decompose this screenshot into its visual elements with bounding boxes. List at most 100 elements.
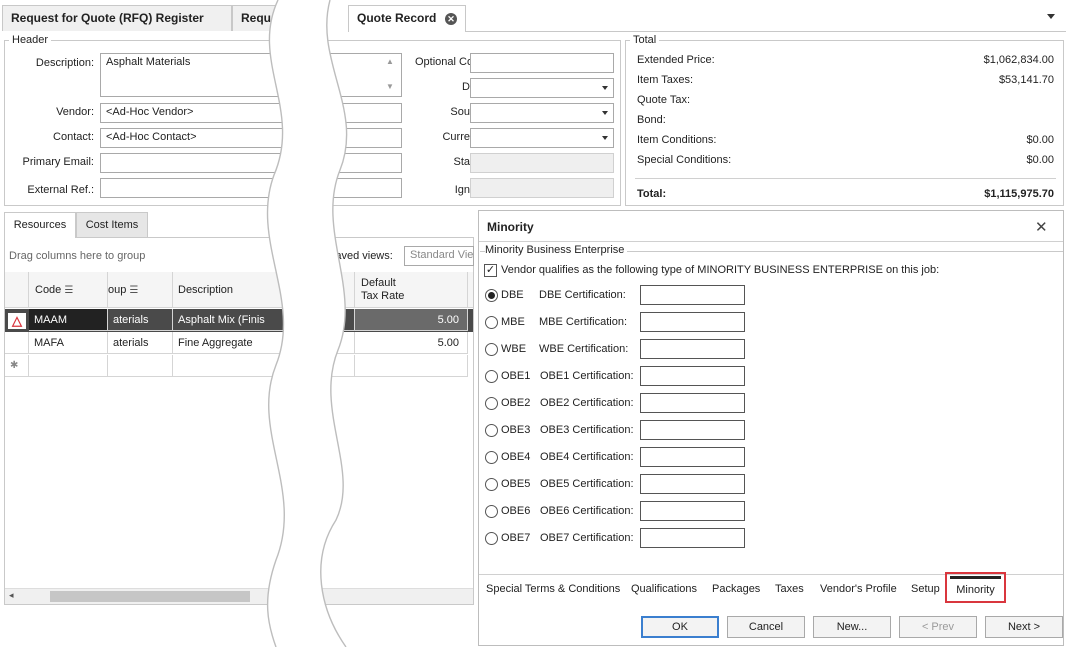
mbe-radio-obe7[interactable] — [485, 532, 498, 545]
mbe-type-label: OBE5 — [501, 478, 531, 490]
description-scroll-down-icon[interactable]: ▼ — [386, 82, 394, 91]
bottom-tab-taxes[interactable]: Taxes — [775, 583, 804, 595]
certification-input-dbe[interactable] — [640, 285, 745, 305]
certification-input-mbe[interactable] — [640, 312, 745, 332]
column-header-default-line2: Tax Rate — [361, 290, 405, 302]
description-label: Description: — [35, 57, 94, 69]
tab-rfq-register[interactable]: Request for Quote (RFQ) Register — [2, 5, 232, 31]
new-row-group-cell[interactable] — [108, 355, 173, 377]
certification-input-obe3[interactable] — [640, 420, 745, 440]
certification-input-obe6[interactable] — [640, 501, 745, 521]
grand-total-row: Total: $1,115,975.70 — [637, 188, 1054, 204]
bottom-tab-setup[interactable]: Setup — [911, 583, 940, 595]
certification-input-wbe[interactable] — [640, 339, 745, 359]
filter-lines-icon: ☰ — [64, 285, 74, 296]
next-button[interactable]: Next > — [985, 616, 1063, 638]
optional-field[interactable] — [470, 53, 614, 73]
bottom-tab-vendors-profile[interactable]: Vendor's Profile — [820, 583, 897, 595]
column-header-code[interactable]: Code ☰ — [29, 272, 108, 308]
grand-total-label: Total: — [637, 188, 667, 200]
mbe-radio-obe6[interactable] — [485, 505, 498, 518]
grid-header-indicator-cell — [5, 272, 29, 308]
tab-cost-items[interactable]: Cost Items — [76, 212, 148, 237]
certification-label: DBE Certification: — [539, 289, 626, 301]
scrollbar-thumb[interactable] — [50, 591, 250, 602]
currency-dropdown[interactable] — [470, 128, 614, 148]
row-group-cell[interactable]: aterials — [108, 309, 173, 331]
certification-label: OBE1 Certification: — [540, 370, 634, 382]
saved-views-dropdown[interactable]: Standard Vie — [404, 246, 474, 266]
item-conditions-row: Item Conditions: $0.00 — [637, 134, 1054, 150]
status-label: Sta — [453, 156, 470, 168]
mbe-radio-obe3[interactable] — [485, 424, 498, 437]
bottom-tab-packages[interactable]: Packages — [712, 583, 760, 595]
mbe-radio-dbe[interactable] — [485, 289, 498, 302]
cancel-button[interactable]: Cancel — [727, 616, 805, 638]
prev-button[interactable]: < Prev — [899, 616, 977, 638]
contact-label: Contact: — [53, 131, 94, 143]
mbe-radio-obe5[interactable] — [485, 478, 498, 491]
row-code-cell[interactable]: MAAM — [29, 309, 108, 331]
totals-divider — [635, 178, 1056, 179]
bottom-tab-qualifications[interactable]: Qualifications — [631, 583, 697, 595]
close-tab-icon[interactable]: ✕ — [445, 13, 457, 25]
source-dropdown[interactable] — [470, 103, 614, 123]
qualifies-checkbox[interactable]: ✓ — [484, 264, 497, 277]
mbe-radio-wbe[interactable] — [485, 343, 498, 356]
certification-input-obe1[interactable] — [640, 366, 745, 386]
certification-label: OBE2 Certification: — [540, 397, 634, 409]
currency-chevron-down-icon — [602, 136, 608, 140]
column-header-default-tax-rate[interactable]: Default Tax Rate — [355, 272, 468, 308]
special-conditions-label: Special Conditions: — [637, 154, 732, 166]
certification-label: OBE6 Certification: — [540, 505, 634, 517]
ok-button[interactable]: OK — [641, 616, 719, 638]
mbe-type-label: OBE3 — [501, 424, 531, 436]
certification-input-obe2[interactable] — [640, 393, 745, 413]
certification-label: MBE Certification: — [539, 316, 628, 328]
mbe-option-row: OBE3 OBE3 Certification: — [483, 420, 753, 442]
certification-input-obe7[interactable] — [640, 528, 745, 548]
certification-input-obe5[interactable] — [640, 474, 745, 494]
mbe-radio-obe1[interactable] — [485, 370, 498, 383]
certification-input-obe4[interactable] — [640, 447, 745, 467]
extended-price-row: Extended Price: $1,062,834.00 — [637, 54, 1054, 70]
ignore-field — [470, 178, 614, 198]
scroll-left-icon[interactable]: ◂ — [9, 590, 14, 601]
new-button[interactable]: New... — [813, 616, 891, 638]
d-label: D — [462, 81, 470, 93]
bottom-tab-minority[interactable]: Minority — [945, 572, 1006, 603]
item-conditions-label: Item Conditions: — [637, 134, 717, 146]
tab-resources[interactable]: Resources — [4, 212, 76, 238]
row-code-cell[interactable]: MAFA — [29, 332, 108, 354]
torn-gap — [266, 0, 348, 647]
special-conditions-value: $0.00 — [1026, 154, 1054, 166]
tab-menu-chevron-icon[interactable] — [1047, 14, 1055, 19]
new-row-rate-cell[interactable] — [355, 355, 468, 377]
bond-row: Bond: — [637, 114, 1054, 130]
mbe-radio-mbe[interactable] — [485, 316, 498, 329]
mbe-option-row: OBE6 OBE6 Certification: — [483, 501, 753, 523]
d-dropdown[interactable] — [470, 78, 614, 98]
header-section-title: Header — [9, 34, 52, 46]
column-header-group[interactable]: oup ☰ — [108, 272, 173, 308]
row-rate-cell[interactable]: 5.00 — [355, 309, 468, 331]
description-scroll-up-icon[interactable]: ▲ — [386, 57, 394, 66]
bottom-tab-special-terms[interactable]: Special Terms & Conditions — [486, 583, 620, 595]
item-taxes-label: Item Taxes: — [637, 74, 694, 86]
extended-price-value: $1,062,834.00 — [983, 54, 1054, 66]
currency-label: Curre — [442, 131, 470, 143]
column-header-group-label: oup — [108, 284, 127, 296]
mbe-type-label: OBE6 — [501, 505, 531, 517]
special-conditions-row: Special Conditions: $0.00 — [637, 154, 1054, 170]
source-chevron-down-icon — [602, 111, 608, 115]
certification-label: OBE4 Certification: — [540, 451, 634, 463]
new-row-indicator-cell: ✱ — [5, 355, 29, 377]
dialog-title: Minority — [487, 220, 534, 234]
new-row-code-cell[interactable] — [29, 355, 108, 377]
row-rate-cell[interactable]: 5.00 — [355, 332, 468, 354]
mbe-radio-obe2[interactable] — [485, 397, 498, 410]
dialog-close-icon[interactable]: ✕ — [1035, 218, 1048, 236]
tab-quote-record[interactable]: Quote Record ✕ — [348, 5, 466, 32]
mbe-radio-obe4[interactable] — [485, 451, 498, 464]
row-group-cell[interactable]: aterials — [108, 332, 173, 354]
